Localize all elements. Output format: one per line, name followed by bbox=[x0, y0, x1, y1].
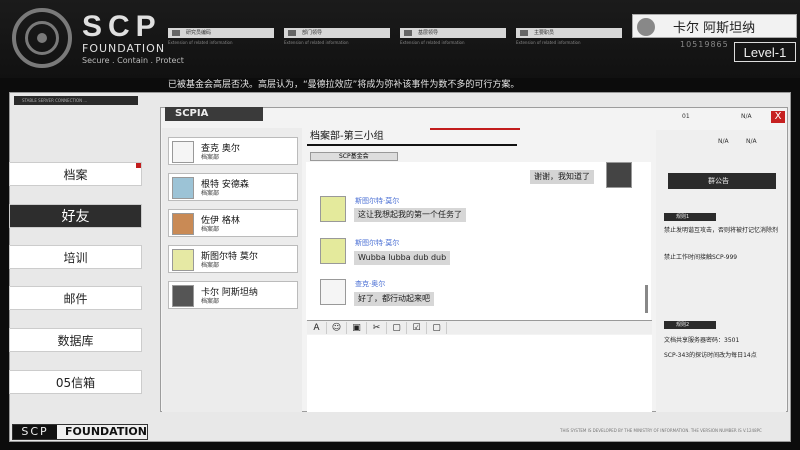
rule-1-line: 禁止工作时间接触SCP-999 bbox=[664, 254, 738, 261]
system-version-text: THIS SYSTEM IS DEVELOPED BY THE MINISTRY… bbox=[560, 428, 762, 433]
contact-dept: 档案部 bbox=[201, 190, 220, 197]
rule-1-label: 规则1 bbox=[664, 213, 716, 221]
message-bubble: 好了，都行动起来吧 bbox=[354, 292, 434, 306]
contact-item[interactable]: 斯图尔特 莫尔 档案部 bbox=[168, 245, 298, 273]
sidebar-item-archive[interactable]: 档案 bbox=[9, 162, 142, 186]
footer-scp: SCP bbox=[13, 425, 58, 439]
avatar bbox=[637, 18, 655, 36]
sidebar-item-label: 好友 bbox=[61, 209, 90, 225]
header-field-base-lead: 基层领导 Extension of related information bbox=[400, 28, 506, 50]
contact-dept: 档案部 bbox=[201, 154, 220, 161]
logo-motto: Secure . Contain . Protect bbox=[82, 56, 184, 65]
user-profile[interactable]: 卡尔 阿斯坦纳 bbox=[632, 14, 797, 38]
message-avatar bbox=[320, 238, 346, 264]
sidebar-item-label: 培训 bbox=[63, 250, 88, 265]
window-title: SCPIA bbox=[165, 107, 263, 121]
header-field-dept-lead: 部门领导 Extension of related information bbox=[284, 28, 390, 50]
message-bubble: 这让我想起我的第一个任务了 bbox=[354, 208, 466, 222]
my-avatar bbox=[606, 162, 632, 188]
sidebar-item-mail[interactable]: 邮件 bbox=[9, 286, 142, 310]
message-sender: 斯图尔特·莫尔 bbox=[355, 239, 400, 247]
sidebar-item-friends[interactable]: 好友 bbox=[9, 204, 142, 228]
contact-avatar bbox=[172, 141, 194, 163]
message-avatar bbox=[320, 279, 346, 305]
message-sender: 斯图尔特·莫尔 bbox=[355, 197, 400, 205]
id-icon bbox=[520, 30, 528, 36]
footer-foundation: FOUNDATION bbox=[65, 425, 147, 438]
message-avatar bbox=[320, 196, 346, 222]
user-name: 卡尔 阿斯坦纳 bbox=[673, 21, 756, 36]
rule-1-line: 禁止发明谐互攻击，否则将被打记忆消除剂 bbox=[664, 227, 779, 234]
close-button[interactable]: X bbox=[771, 111, 785, 123]
contact-avatar bbox=[172, 285, 194, 307]
chat-toolbar: A ☺ ▣ ✂ ▢ ☑ ▢ bbox=[307, 320, 652, 334]
check-icon[interactable]: ☑ bbox=[407, 321, 427, 334]
box-icon[interactable]: ▢ bbox=[427, 321, 447, 334]
contact-item[interactable]: 佐伊 格林 档案部 bbox=[168, 209, 298, 237]
sidebar-item-training[interactable]: 培训 bbox=[9, 245, 142, 269]
contact-avatar bbox=[172, 249, 194, 271]
header-field-researcher: 研究员编码 Extension of related information bbox=[168, 28, 274, 50]
rule-2-line: SCP-343的探访时间改为每日14点 bbox=[664, 352, 757, 359]
contact-avatar bbox=[172, 177, 194, 199]
id-icon bbox=[404, 30, 412, 36]
message-sender: 查克·奥尔 bbox=[355, 280, 386, 288]
level-badge: Level-1 bbox=[734, 42, 796, 62]
contact-dept: 档案部 bbox=[201, 226, 220, 233]
window-icon[interactable]: ▢ bbox=[387, 321, 407, 334]
image-icon[interactable]: ▣ bbox=[347, 321, 367, 334]
announcement-title: 群公告 bbox=[668, 173, 776, 189]
tab-01[interactable]: 01 bbox=[682, 113, 690, 120]
accent-line bbox=[430, 128, 520, 130]
sidebar-item-database[interactable]: 数据库 bbox=[9, 328, 142, 352]
sidebar-item-label: 邮件 bbox=[63, 291, 88, 306]
contact-item[interactable]: 查克 奥尔 档案部 bbox=[168, 137, 298, 165]
sidebar-item-05-mailbox[interactable]: 05信箱 bbox=[9, 370, 142, 394]
contact-item[interactable]: 根特 安德森 档案部 bbox=[168, 173, 298, 201]
footer-logo: SCP FOUNDATION bbox=[12, 424, 148, 440]
scissors-icon[interactable]: ✂ bbox=[367, 321, 387, 334]
scp-seal-icon bbox=[12, 8, 72, 68]
sidebar-item-label: 数据库 bbox=[57, 333, 94, 348]
chat-title: 档案部-第三小组 bbox=[307, 128, 517, 146]
id-icon bbox=[288, 30, 296, 36]
rule-2-label: 规则2 bbox=[664, 321, 716, 329]
tab-na[interactable]: N/A bbox=[741, 113, 752, 120]
contact-dept: 档案部 bbox=[201, 262, 220, 269]
right-tab-1: N/A bbox=[718, 138, 729, 145]
contact-item[interactable]: 卡尔 阿斯坦纳 档案部 bbox=[168, 281, 298, 309]
chat-scrollbar[interactable] bbox=[645, 285, 648, 313]
message-bubble: 谢谢，我知道了 bbox=[530, 170, 594, 184]
notice-text: 已被基金会高层否决。高层认为，“曼德拉效应”将成为弥补该事件为数不多的可行方案。 bbox=[168, 80, 520, 90]
user-id: 10519865 bbox=[680, 40, 729, 49]
sidebar-item-label: 05信箱 bbox=[55, 375, 96, 390]
message-bubble: Wubba lubba dub dub bbox=[354, 251, 451, 265]
message-input[interactable] bbox=[307, 335, 652, 412]
rule-2-line: 文档共享服务器密码：3501 bbox=[664, 337, 740, 344]
contact-avatar bbox=[172, 213, 194, 235]
connection-status: STABLE SERVER CONNECTION ... bbox=[14, 96, 138, 105]
notice-banner: 已被基金会高层否决。高层认为，“曼德拉效应”将成为弥补该事件为数不多的可行方案。 bbox=[0, 78, 800, 92]
header-field-staff: 主要职员 Extension of related information bbox=[516, 28, 622, 50]
app-frame: SCP FOUNDATION Secure . Contain . Protec… bbox=[0, 0, 800, 450]
chat-subtitle: SCP基金会 bbox=[310, 152, 398, 161]
font-tool-icon[interactable]: A bbox=[307, 321, 327, 334]
emoji-icon[interactable]: ☺ bbox=[327, 321, 347, 334]
contact-dept: 档案部 bbox=[201, 298, 220, 305]
top-header: SCP FOUNDATION Secure . Contain . Protec… bbox=[0, 0, 800, 78]
sidebar-item-label: 档案 bbox=[63, 167, 88, 182]
right-tab-2: N/A bbox=[746, 138, 757, 145]
notification-dot bbox=[136, 163, 141, 168]
id-icon bbox=[172, 30, 180, 36]
